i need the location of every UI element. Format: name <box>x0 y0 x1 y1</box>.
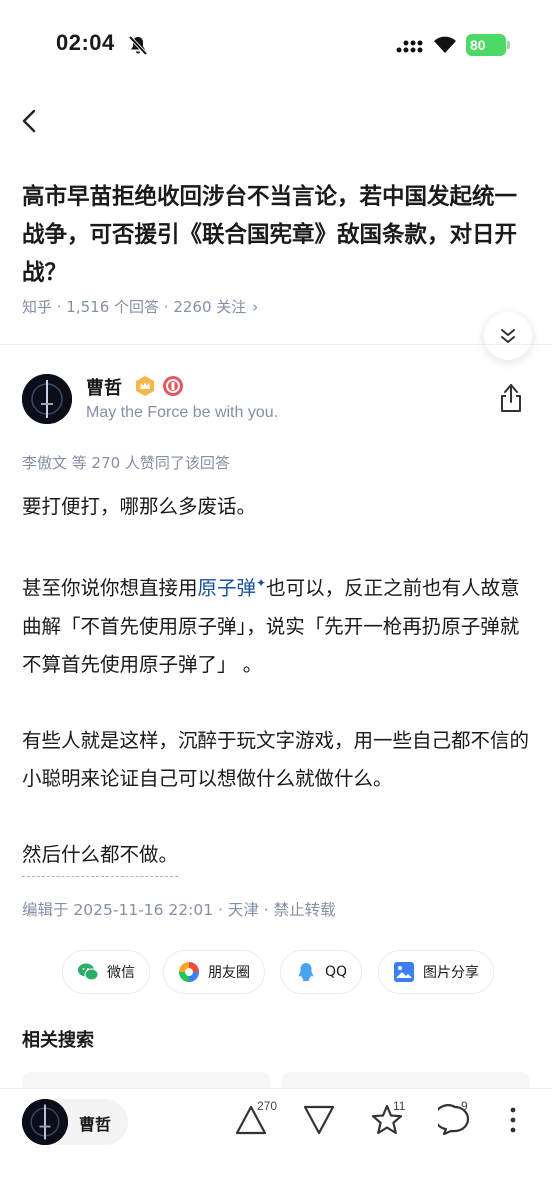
wechat-icon <box>78 963 99 981</box>
downvote-icon[interactable] <box>302 1103 336 1137</box>
question-meta[interactable]: 知乎 · 1,516 个回答 · 2260 关注 › <box>22 296 258 317</box>
bottom-author-name: 曹哲 <box>79 1115 112 1134</box>
share-image-label: 图片分享 <box>423 965 479 981</box>
avatar-image <box>22 1099 68 1145</box>
comment-count: 9 <box>461 1099 468 1113</box>
share-wechat-button[interactable]: 微信 <box>62 950 150 994</box>
back-icon[interactable] <box>18 106 42 136</box>
voters-summary[interactable]: 李傲文 等 270 人赞同了该回答 <box>22 452 230 473</box>
share-moments-button[interactable]: 朋友圈 <box>163 950 265 994</box>
answer-paragraph: 甚至你说你想直接用原子弹✦也可以，反正之前也有人故意曲解「不首先使用原子弹」，说… <box>22 564 532 684</box>
status-time: 02:04 <box>56 30 115 55</box>
signal-icon <box>396 40 423 53</box>
status-bar: 02:04 80 <box>0 0 552 90</box>
related-search-title: 相关搜索 <box>22 1030 94 1051</box>
share-qq-label: QQ <box>325 964 348 980</box>
answer-content: 要打便打，哪那么多废话。 甚至你说你想直接用原子弹✦也可以，反正之前也有人故意曲… <box>22 488 532 915</box>
share-row: 微信 朋友圈 QQ 图片分享 <box>62 950 522 994</box>
question-title[interactable]: 高市早苗拒绝收回涉台不当言论，若中国发起统一战争，可否援引《联合国宪章》敌国条款… <box>22 178 530 292</box>
share-icon[interactable] <box>498 382 524 414</box>
battery-indicator: 80 <box>466 34 510 56</box>
share-moments-label: 朋友圈 <box>208 965 250 981</box>
author-bio: May the Force be with you. <box>86 404 279 421</box>
upvote-count: 270 <box>257 1099 278 1113</box>
divider <box>0 344 552 345</box>
keyword-link[interactable]: 原子弹 <box>198 577 257 600</box>
answer-paragraph: 要打便打，哪那么多废话。 <box>22 495 257 518</box>
share-qq-button[interactable]: QQ <box>280 950 363 994</box>
chevron-right-icon: › <box>252 298 259 316</box>
bottom-action-bar: 曹哲 270 11 9 <box>0 1088 552 1200</box>
battery-level: 80 <box>470 37 486 53</box>
circle-badge-icon[interactable] <box>162 375 184 397</box>
collapse-button[interactable] <box>484 312 532 360</box>
answer-paragraph: 有些人就是这样，沉醉于玩文字游戏，用一些自己都不信的小聪明来论证自己可以想做什么… <box>22 728 530 790</box>
edit-meta: 编辑于 2025-11-16 22:01 · 天津 · 禁止转载 <box>22 901 336 919</box>
image-icon <box>394 962 414 982</box>
answer-paragraph: 然后什么都不做。 <box>22 836 532 877</box>
bell-muted-icon <box>128 35 148 56</box>
moments-icon <box>179 962 199 982</box>
share-image-button[interactable]: 图片分享 <box>378 950 494 994</box>
author-avatar[interactable] <box>22 374 72 424</box>
double-chevron-down-icon <box>501 329 515 343</box>
wifi-icon <box>434 36 456 53</box>
more-icon[interactable] <box>496 1103 530 1137</box>
answer-text: 然后什么都不做。 <box>22 836 179 877</box>
question-meta-text: 知乎 · 1,516 个回答 · 2260 关注 <box>22 298 247 316</box>
crown-badge-icon[interactable] <box>134 375 156 397</box>
bottom-author-avatar <box>22 1099 68 1145</box>
share-wechat-label: 微信 <box>107 965 135 981</box>
avatar-image <box>22 374 72 424</box>
answer-text: 甚至你说你想直接用 <box>22 576 198 600</box>
sparkle-icon: ✦ <box>256 576 267 590</box>
author-name[interactable]: 曹哲 <box>86 374 122 400</box>
qq-icon <box>298 963 314 982</box>
bottom-author-chip[interactable]: 曹哲 <box>22 1099 128 1145</box>
favorite-count: 11 <box>393 1099 406 1113</box>
